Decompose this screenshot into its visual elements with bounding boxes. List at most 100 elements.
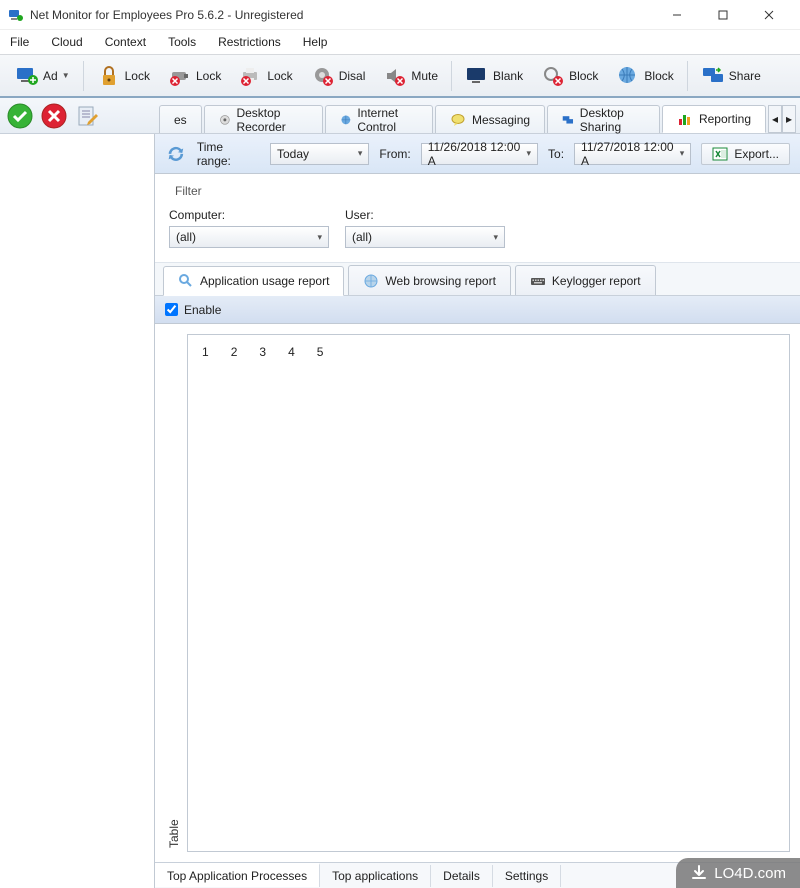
keyboard-icon: [530, 273, 546, 289]
monitor-blank-icon: [465, 64, 489, 88]
tab-partial[interactable]: es: [159, 105, 202, 133]
lock-padlock-button[interactable]: Lock: [88, 59, 159, 93]
lock-printer-button[interactable]: Lock: [230, 59, 301, 93]
computer-select[interactable]: (all)▾: [169, 226, 329, 248]
magnifier-icon: [178, 273, 194, 289]
to-label: To:: [548, 147, 564, 161]
table-side-label: Table: [165, 334, 183, 852]
tab-details[interactable]: Details: [431, 865, 493, 887]
maximize-button[interactable]: [700, 0, 746, 30]
tab-desktop-recorder[interactable]: Desktop Recorder: [204, 105, 323, 133]
menu-help[interactable]: Help: [303, 35, 328, 49]
table-body: [188, 369, 789, 851]
tab-internet-control[interactable]: Internet Control: [325, 105, 433, 133]
menu-restrictions[interactable]: Restrictions: [218, 35, 281, 49]
menu-file[interactable]: File: [10, 35, 29, 49]
edit-button[interactable]: [74, 102, 102, 130]
filter-panel: Filter Computer: (all)▾ User: (all)▾: [155, 174, 800, 262]
col-3: 3: [259, 345, 266, 359]
table-header: 1 2 3 4 5: [188, 335, 789, 369]
refresh-icon[interactable]: [165, 143, 187, 165]
from-date-input[interactable]: 11/26/2018 12:00 A▾: [421, 143, 538, 165]
disable-button[interactable]: Disal: [302, 59, 375, 93]
window-title: Net Monitor for Employees Pro 5.6.2 - Un…: [30, 8, 654, 22]
col-4: 4: [288, 345, 295, 359]
add-button[interactable]: Ad ▼: [6, 59, 79, 93]
globe-block-icon: [616, 64, 640, 88]
chevron-down-icon: ▾: [680, 148, 685, 159]
globe-icon: [363, 273, 379, 289]
lock-usb-button[interactable]: Lock: [159, 59, 230, 93]
minimize-button[interactable]: [654, 0, 700, 30]
tab-messaging[interactable]: Messaging: [435, 105, 545, 133]
chevron-down-icon: ▾: [358, 148, 363, 159]
tab-desktop-sharing[interactable]: Desktop Sharing: [547, 105, 660, 133]
title-bar: Net Monitor for Employees Pro 5.6.2 - Un…: [0, 0, 800, 30]
table-area: Table 1 2 3 4 5: [155, 324, 800, 862]
tab-app-usage-report[interactable]: Application usage report: [163, 266, 344, 296]
tab-keylogger-report[interactable]: Keylogger report: [515, 265, 656, 295]
table-box: 1 2 3 4 5: [187, 334, 790, 852]
mute-button[interactable]: Mute: [374, 59, 447, 93]
tab-reporting[interactable]: Reporting: [662, 105, 766, 133]
enable-checkbox[interactable]: [165, 303, 178, 316]
enable-label: Enable: [184, 303, 221, 317]
col-1: 1: [202, 345, 209, 359]
blank-button[interactable]: Blank: [456, 59, 532, 93]
desktop-sharing-icon: [562, 112, 574, 128]
magnifier-block-icon: [541, 64, 565, 88]
speaker-mute-icon: [383, 64, 407, 88]
user-label: User:: [345, 208, 505, 222]
window-buttons: [654, 0, 792, 30]
tab-web-browsing-report[interactable]: Web browsing report: [348, 265, 511, 295]
printer-lock-icon: [239, 64, 263, 88]
user-select[interactable]: (all)▾: [345, 226, 505, 248]
monitors-share-icon: [701, 64, 725, 88]
menu-context[interactable]: Context: [105, 35, 146, 49]
enable-bar: Enable: [155, 296, 800, 324]
share-button[interactable]: Share: [692, 59, 770, 93]
excel-icon: [712, 146, 728, 162]
tab-top-processes[interactable]: Top Application Processes: [155, 863, 320, 887]
app-icon: [8, 7, 24, 23]
left-action-bar: [0, 98, 155, 133]
chevron-down-icon: ▾: [527, 148, 532, 159]
chat-icon: [450, 112, 466, 128]
to-date-input[interactable]: 11/27/2018 12:00 A▾: [574, 143, 691, 165]
tab-scroll-left[interactable]: ◂: [768, 105, 782, 133]
gear-disable-icon: [311, 64, 335, 88]
dropdown-caret-icon: ▼: [62, 71, 70, 80]
recorder-icon: [219, 112, 231, 128]
col-5: 5: [317, 345, 324, 359]
chevron-down-icon: ▾: [317, 232, 322, 243]
menu-bar: File Cloud Context Tools Restrictions He…: [0, 30, 800, 54]
time-range-bar: Time range: Today▾ From: 11/26/2018 12:0…: [155, 134, 800, 174]
reject-button[interactable]: [40, 102, 68, 130]
export-button[interactable]: Export...: [701, 143, 790, 165]
from-label: From:: [379, 147, 410, 161]
left-panel: [0, 134, 155, 888]
usb-lock-icon: [168, 64, 192, 88]
tab-top-apps[interactable]: Top applications: [320, 865, 431, 887]
col-2: 2: [231, 345, 238, 359]
block-web-button[interactable]: Block: [532, 59, 607, 93]
time-range-label: Time range:: [197, 140, 260, 168]
watermark: LO4D.com: [676, 858, 800, 888]
time-range-select[interactable]: Today▾: [270, 143, 369, 165]
globe-icon: [340, 112, 352, 128]
menu-tools[interactable]: Tools: [168, 35, 196, 49]
right-panel: Time range: Today▾ From: 11/26/2018 12:0…: [155, 134, 800, 888]
accept-button[interactable]: [6, 102, 34, 130]
main-toolbar: Ad ▼ Lock Lock Lock Disal Mute Blank Blo…: [0, 54, 800, 98]
close-button[interactable]: [746, 0, 792, 30]
menu-cloud[interactable]: Cloud: [51, 35, 82, 49]
padlock-icon: [97, 64, 121, 88]
filter-title: Filter: [175, 184, 786, 198]
report-tabs: Application usage report Web browsing re…: [155, 262, 800, 296]
chevron-down-icon: ▾: [493, 232, 498, 243]
main-tabs: es Desktop Recorder Internet Control Mes…: [155, 98, 800, 133]
block-globe-button[interactable]: Block: [607, 59, 682, 93]
chart-icon: [677, 111, 693, 127]
tab-settings[interactable]: Settings: [493, 865, 561, 887]
tab-scroll-right[interactable]: ▸: [782, 105, 796, 133]
